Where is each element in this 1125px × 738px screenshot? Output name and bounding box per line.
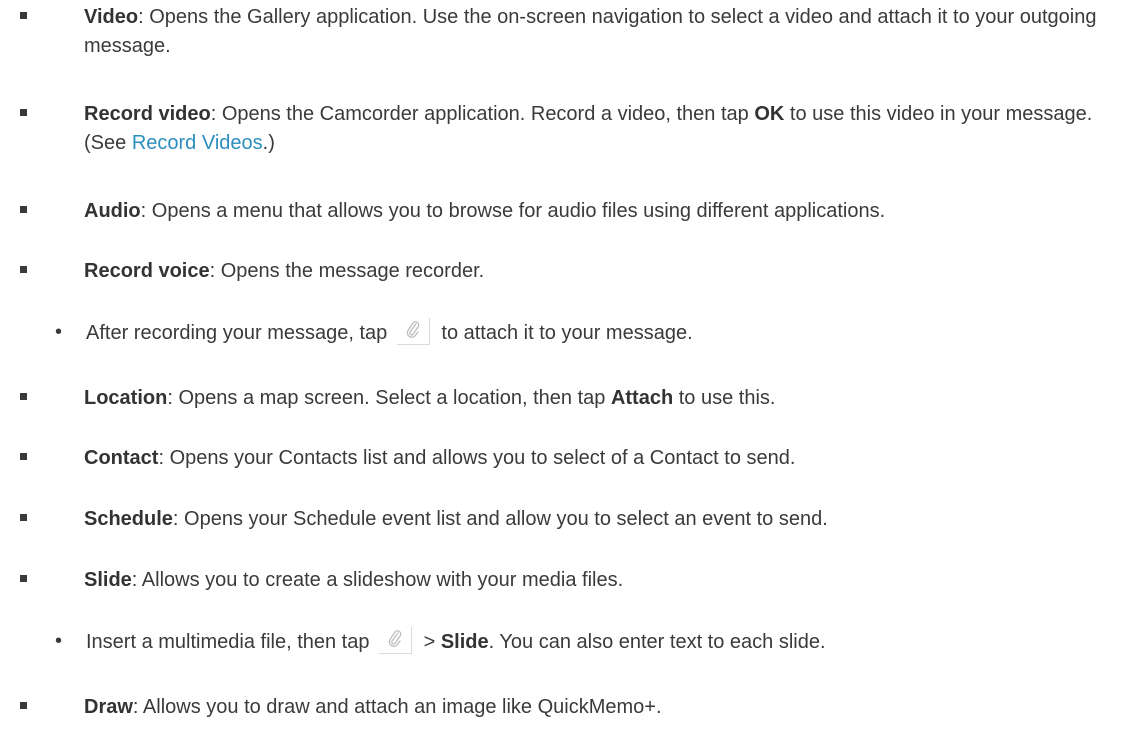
bullet [20,206,27,213]
bullet [20,266,27,273]
bullet [20,575,27,582]
term-location: Location [84,387,168,409]
attach-label: Attach [610,387,674,409]
sub-bullet: • [55,321,63,343]
bullet [20,393,27,400]
bullet [20,702,27,709]
bullet [20,453,27,460]
paperclip-icon [379,627,413,654]
term-draw: Draw [84,696,133,718]
term-slide: Slide [84,569,132,591]
bullet [20,514,27,521]
term-schedule: Schedule [84,508,173,530]
term-contact: Contact [84,447,159,469]
term-audio: Audio [84,200,141,222]
term-record-voice: Record voice [84,260,210,282]
bullet [20,12,27,19]
sub-bullet: • [55,630,63,652]
paperclip-icon [396,318,430,345]
term-record-video: Record video [84,103,211,125]
term-video: Video [84,6,139,28]
bullet [20,109,27,116]
slide-label: Slide [440,631,489,653]
record-videos-link[interactable]: Record Videos [132,132,263,154]
attachment-options-list: Video: Opens the Gallery application. Us… [0,0,1125,738]
ok-label: OK [754,103,785,125]
